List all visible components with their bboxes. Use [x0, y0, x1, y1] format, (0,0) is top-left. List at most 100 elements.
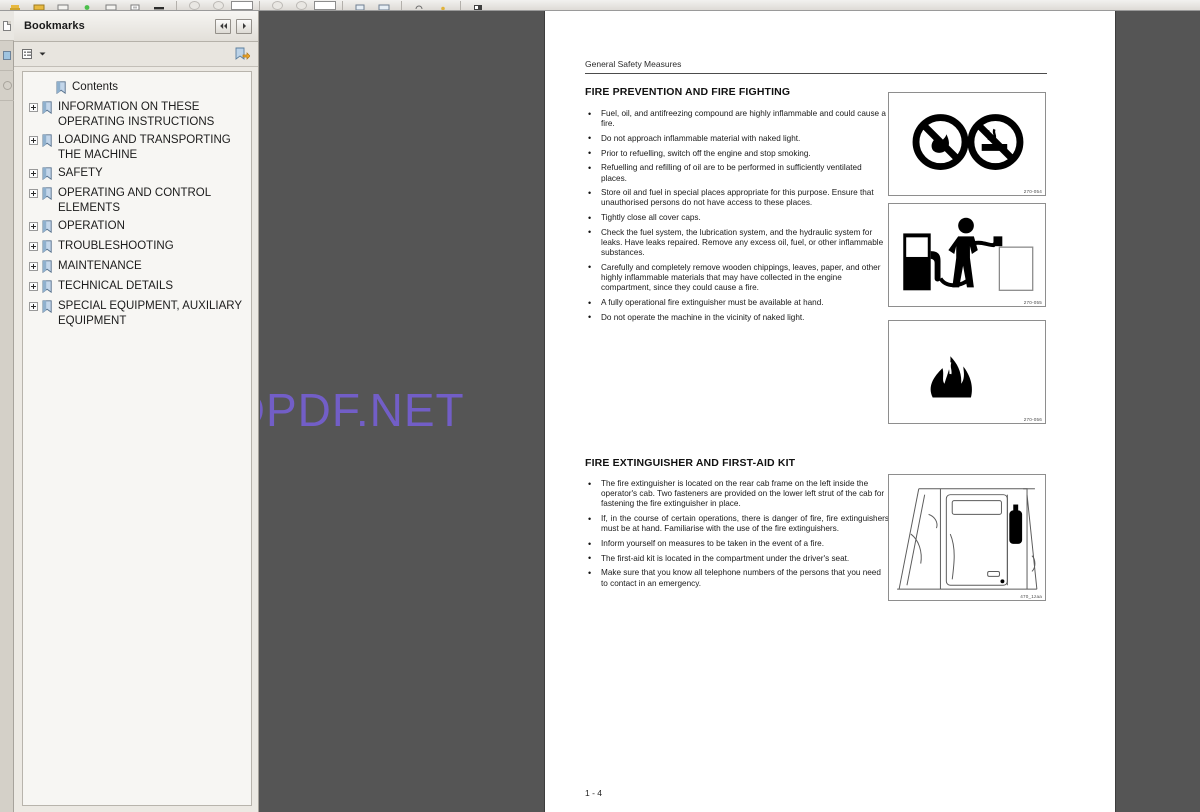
cab-fire-extinguisher-figure: 470_1zaa: [888, 474, 1046, 601]
print-icon[interactable]: [4, 0, 26, 10]
select-text-icon[interactable]: [124, 0, 146, 10]
bookmark-icon: [42, 219, 53, 233]
bookmarks-panel-toolbar: [14, 42, 258, 67]
bullet-item: Check the fuel system, the lubrication s…: [585, 227, 889, 259]
bookmark-label: INFORMATION ON THESE OPERATING INSTRUCTI…: [58, 100, 215, 128]
zoom-level-input[interactable]: [314, 0, 336, 10]
expand-toggle-icon[interactable]: [29, 241, 38, 251]
expand-icon: [242, 23, 246, 29]
expand-toggle-icon[interactable]: [29, 281, 38, 291]
bookmark-icon: [42, 299, 53, 313]
next-page-icon[interactable]: [207, 0, 229, 10]
flame-figure: 270-056: [888, 320, 1046, 424]
secure-icon[interactable]: [76, 0, 98, 10]
new-bookmark-button[interactable]: [234, 47, 250, 62]
thumbnail-icon: [3, 51, 11, 60]
bookmark-item[interactable]: MAINTENANCE: [25, 257, 249, 277]
refuelling-figure: 270-055: [888, 203, 1046, 307]
bookmark-item[interactable]: TROUBLESHOOTING: [25, 237, 249, 257]
snapshot-icon[interactable]: [100, 0, 122, 10]
toolbar-divider: [342, 1, 343, 10]
bullet-item: The first-aid kit is located in the comp…: [585, 553, 889, 564]
bookmark-label: TECHNICAL DETAILS: [58, 279, 174, 292]
rotate-cw-icon[interactable]: [432, 0, 454, 10]
bookmark-item[interactable]: LOADING AND TRANSPORTING THE MACHINE: [25, 131, 249, 164]
new-bookmark-icon: [235, 47, 250, 60]
expand-toggle-icon[interactable]: [29, 221, 38, 231]
sidebar-item-pages[interactable]: [0, 11, 14, 41]
zoom-level-field: [314, 1, 336, 10]
bookmark-label: LOADING AND TRANSPORTING THE MACHINE: [58, 133, 231, 161]
save-icon[interactable]: [52, 0, 74, 10]
header-rule: [585, 73, 1047, 74]
expand-button[interactable]: [236, 18, 252, 34]
key-icon: [2, 81, 12, 90]
bookmark-icon: [42, 186, 53, 200]
email-icon[interactable]: [28, 0, 50, 10]
fit-page-icon[interactable]: [349, 0, 371, 10]
bullet-item: Do not approach inflammable material wit…: [585, 133, 889, 144]
expand-toggle-icon[interactable]: [29, 301, 38, 311]
bookmark-item[interactable]: OPERATION: [25, 217, 249, 237]
sidebar-item-signatures[interactable]: [0, 71, 14, 101]
bullet-item: Prior to refuelling, switch off the engi…: [585, 148, 889, 159]
figure-caption: 270-055: [1023, 300, 1042, 305]
fit-width-icon[interactable]: [373, 0, 395, 10]
search-icon[interactable]: [467, 0, 489, 10]
toolbar-divider: [176, 1, 177, 10]
bullet-item: Fuel, oil, and antifreezing compound are…: [585, 108, 889, 129]
bookmark-icon: [42, 166, 53, 180]
section-title-fire-prevention: FIRE PREVENTION AND FIRE FIGHTING: [585, 86, 791, 98]
bookmarks-tree: Contents INFORMATION ON THESE OPERATING I…: [23, 72, 251, 332]
bullet-item: Tightly close all cover caps.: [585, 213, 889, 223]
zoom-in-icon[interactable]: [290, 0, 312, 10]
bookmark-label: SAFETY: [58, 166, 103, 179]
expand-toggle-icon[interactable]: [29, 168, 38, 178]
sidebar-item-thumbnails[interactable]: [0, 41, 14, 71]
page-number-input[interactable]: [231, 0, 253, 10]
panel-title: Bookmarks: [24, 20, 85, 32]
toolbar-divider: [460, 1, 461, 10]
bookmark-options-button[interactable]: [22, 48, 46, 61]
bookmark-item[interactable]: SPECIAL EQUIPMENT, AUXILIARY EQUIPMENT: [25, 297, 249, 330]
bookmark-item[interactable]: SAFETY: [25, 164, 249, 184]
bullet-item: Do not operate the machine in the vicini…: [585, 312, 889, 323]
expand-spacer: [43, 83, 52, 92]
bookmark-item[interactable]: Contents: [25, 78, 249, 98]
bookmark-icon: [42, 239, 53, 253]
zoom-out-icon[interactable]: [266, 0, 288, 10]
document-viewer[interactable]: General Safety Measures FIRE PREVENTION …: [260, 11, 1200, 812]
figure-caption: 270-056: [1023, 417, 1042, 422]
bookmarks-tree-container[interactable]: Contents INFORMATION ON THESE OPERATING I…: [22, 71, 252, 806]
collapse-all-button[interactable]: [215, 18, 231, 34]
bookmark-icon: [42, 279, 53, 293]
rotate-ccw-icon[interactable]: [408, 0, 430, 10]
expand-toggle-icon[interactable]: [29, 261, 38, 271]
section-title-fire-extinguisher: FIRE EXTINGUISHER AND FIRST-AID KIT: [585, 457, 796, 469]
expand-toggle-icon[interactable]: [29, 188, 38, 198]
bullet-item: The fire extinguisher is located on the …: [585, 479, 889, 510]
bullet-item: Store oil and fuel in special places app…: [585, 188, 889, 208]
bookmarks-panel-header: Bookmarks: [14, 11, 258, 42]
bookmark-icon: [42, 100, 53, 114]
bookmark-label: SPECIAL EQUIPMENT, AUXILIARY EQUIPMENT: [58, 299, 242, 327]
bookmark-item[interactable]: INFORMATION ON THESE OPERATING INSTRUCTI…: [25, 98, 249, 131]
collapse-all-icon: [219, 23, 227, 29]
expand-toggle-icon[interactable]: [29, 102, 38, 112]
page-icon: [3, 20, 11, 31]
bookmark-label: OPERATING AND CONTROL ELEMENTS: [58, 186, 211, 214]
prev-page-icon[interactable]: [183, 0, 205, 10]
running-header: General Safety Measures: [585, 59, 682, 69]
bookmark-icon: [56, 80, 67, 94]
expand-toggle-icon[interactable]: [29, 135, 38, 145]
figure-caption: 470_1zaa: [1020, 594, 1042, 599]
bookmark-item[interactable]: OPERATING AND CONTROL ELEMENTS: [25, 184, 249, 217]
no-open-flame-no-smoking-figure: 270-054: [888, 92, 1046, 196]
list-options-icon: [22, 48, 32, 59]
toolbar-divider: [259, 1, 260, 10]
bullet-item: A fully operational fire extinguisher mu…: [585, 298, 889, 308]
bookmark-icon: [42, 259, 53, 273]
bullet-item: Carefully and completely remove wooden c…: [585, 262, 889, 294]
highlight-icon[interactable]: [148, 0, 170, 10]
bookmark-item[interactable]: TECHNICAL DETAILS: [25, 277, 249, 297]
